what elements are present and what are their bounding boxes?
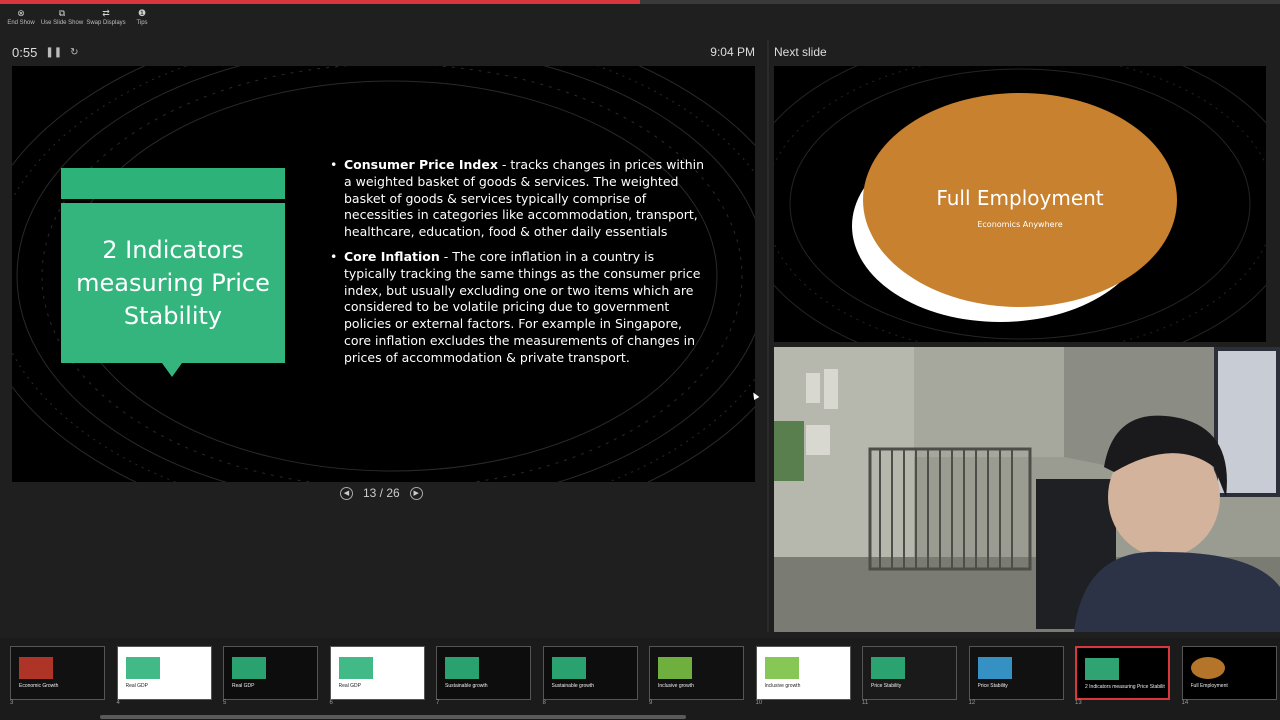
end-show-label: End Show — [7, 20, 35, 26]
bullet-item: Consumer Price Index - tracks changes in… — [330, 157, 710, 241]
thumbnail-accent — [658, 657, 692, 679]
bullet-text: - The core inflation in a country is typ… — [344, 248, 701, 365]
slide-thumbnail[interactable]: Price Stability — [968, 646, 1064, 700]
progress-bar — [0, 0, 1280, 4]
thumbnail-title: Inclusive growth — [658, 683, 694, 689]
tips-label: Tips — [136, 20, 148, 26]
thumbnail-accent — [551, 657, 586, 679]
slide-thumbnail[interactable]: Inclusive growth — [755, 646, 851, 700]
slide-thumbnail[interactable]: Sustainable growth — [436, 646, 531, 700]
pause-icon[interactable]: ❚❚ — [45, 47, 62, 58]
slide-thumbnail-strip: Economic Growth 3 Real GDP 4 Real GDP 5 Real G… — [0, 638, 1280, 720]
presenter-toolbar: ⊗ End Show ⧉ Use Slide Show ⇄ Swap Displ… — [4, 8, 154, 26]
slide-thumbnail[interactable]: Real GDP — [329, 646, 425, 700]
bullet-term: Consumer Price Index — [344, 157, 498, 172]
bullet-term: Core Inflation — [344, 248, 440, 264]
thumbnail-number: 3 — [10, 700, 14, 706]
slide-thumbnail[interactable]: Sustainable growth — [542, 646, 638, 700]
next-slide-text: Full Employment Economics Anywhere — [900, 186, 1140, 229]
thumbnail-number: 4 — [116, 700, 120, 706]
thumbnail-title: Sustainable growth — [445, 683, 488, 689]
bullet-list: Consumer Price Index - tracks changes in… — [330, 157, 710, 375]
thumbnail-accent — [1190, 657, 1225, 679]
thumbnail-number: 9 — [649, 700, 653, 706]
swap-displays-label: Swap Displays — [86, 20, 126, 26]
thumbnail-number: 7 — [436, 700, 440, 706]
thumbnail-title: Real GDP — [338, 683, 362, 689]
thumbnail-number: 5 — [223, 700, 227, 706]
elapsed-timer: 0:55 ❚❚ ↻ — [12, 45, 78, 60]
scrollbar-thumb[interactable] — [100, 715, 686, 719]
slide-thumbnail[interactable]: Price Stability — [862, 646, 957, 700]
thumbnail-number: 8 — [542, 700, 546, 706]
slide-thumbnail[interactable]: Real GDP — [223, 646, 318, 700]
swap-icon: ⇄ — [102, 8, 110, 18]
thumbnail-accent — [1085, 658, 1119, 680]
bullet-item: Core Inflation - The core inflation in a… — [330, 249, 710, 367]
thumbnail-title: Full Employment — [1190, 683, 1228, 689]
slide-navigation: ◀ 13 / 26 ▶ — [340, 486, 423, 500]
slide-counter: 13 / 26 — [363, 486, 400, 500]
thumbnail-accent — [338, 657, 373, 679]
current-time: 9:04 PM — [710, 45, 755, 59]
thumbnail-scrollbar[interactable] — [0, 714, 1280, 720]
use-slide-show-label: Use Slide Show — [40, 20, 84, 26]
thumbnail-number: 6 — [329, 700, 333, 706]
thumbnail-title: Real GDP — [125, 683, 149, 689]
end-show-icon: ⊗ — [17, 8, 25, 18]
thumbnail-title: Real GDP — [232, 683, 255, 689]
slide-show-icon: ⧉ — [58, 8, 66, 18]
slide-thumbnail[interactable]: 2 Indicators measuring Price Stability — [1075, 646, 1170, 700]
thumbnail-number: 14 — [1181, 700, 1189, 706]
next-slide-subtitle: Economics Anywhere — [977, 220, 1063, 229]
thumbnail-accent — [977, 657, 1012, 679]
title-callout: 2 Indicators measuring Price Stability — [61, 168, 285, 377]
slide-title: 2 Indicators measuring Price Stability — [61, 203, 285, 363]
callout-bar — [61, 168, 285, 199]
thumbnail-title: Price Stability — [977, 683, 1008, 689]
thumbnail-accent — [445, 657, 479, 679]
info-icon: ❶ — [137, 8, 147, 18]
callout-pointer — [162, 363, 182, 377]
thumbnail-number: 10 — [755, 700, 763, 706]
use-slide-show-button[interactable]: ⧉ Use Slide Show — [40, 8, 84, 26]
current-slide[interactable]: 2 Indicators measuring Price Stability C… — [12, 66, 755, 482]
thumbnail-accent — [871, 657, 905, 679]
slide-thumbnail[interactable]: Full Employment — [1181, 646, 1277, 700]
webcam-feed — [774, 347, 1280, 632]
thumbnail-number: 12 — [968, 700, 976, 706]
thumbnail-accent — [125, 657, 160, 679]
swap-displays-button[interactable]: ⇄ Swap Displays — [86, 8, 126, 26]
thumbnail-number: 13 — [1075, 700, 1082, 706]
next-slide-title: Full Employment — [936, 186, 1104, 210]
thumbnail-title: Sustainable growth — [551, 683, 595, 689]
thumbnail-title: Inclusive growth — [764, 683, 801, 689]
slide-thumbnail[interactable]: Real GDP — [116, 646, 212, 700]
slide-thumbnail[interactable]: Economic Growth — [10, 646, 105, 700]
thumbnail-title: Economic Growth — [19, 683, 59, 689]
previous-slide-icon[interactable]: ◀ — [340, 486, 353, 500]
end-show-button[interactable]: ⊗ End Show — [4, 8, 38, 26]
progress-bar-fill — [0, 0, 640, 4]
pane-divider[interactable] — [767, 40, 769, 632]
next-slide-label: Next slide — [774, 45, 827, 59]
thumbnail-title: Price Stability — [871, 683, 902, 689]
thumbnail-accent — [764, 657, 799, 679]
webcam-image — [774, 347, 1280, 632]
reset-timer-icon[interactable]: ↻ — [70, 47, 78, 58]
thumbnail-accent — [232, 657, 266, 679]
thumbnail-number: 11 — [862, 700, 869, 706]
next-slide-icon[interactable]: ▶ — [409, 486, 423, 500]
elapsed-time: 0:55 — [12, 45, 38, 60]
tips-button[interactable]: ❶ Tips — [130, 8, 154, 26]
slide-thumbnail[interactable]: Inclusive growth — [649, 646, 744, 700]
thumbnail-title: 2 Indicators measuring Price Stability — [1085, 684, 1165, 690]
thumbnail-accent — [19, 657, 53, 679]
